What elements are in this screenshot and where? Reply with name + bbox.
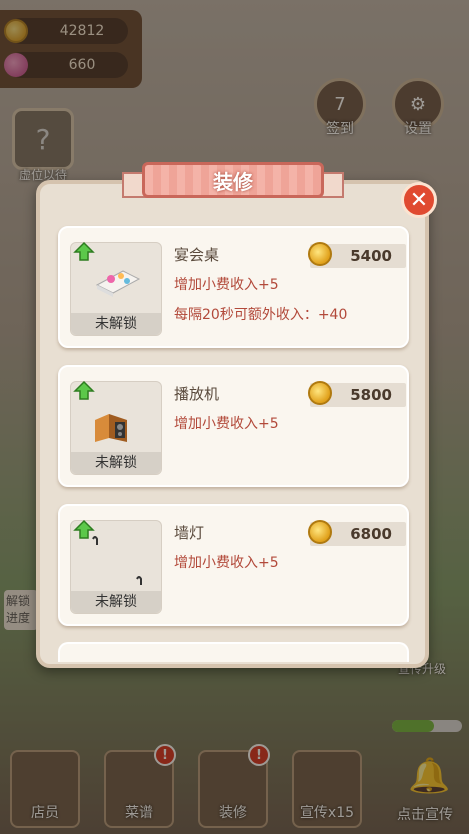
lock-status: 未解锁: [71, 452, 161, 474]
lock-status: 未解锁: [71, 591, 161, 613]
item-card[interactable]: 未解锁 墙灯 6800 增加小费收入+5: [58, 504, 409, 626]
item-bonus: 增加小费收入+5: [174, 416, 279, 432]
item-name: 宴会桌: [174, 246, 220, 264]
item-extra-income: 每隔20秒可额外收入：+40: [174, 307, 348, 323]
item-card[interactable]: 未解锁 宴会桌 5400 增加小费收入+5 每隔20秒可额外收入：+40: [58, 226, 409, 348]
item-bonus: 增加小费收入+5: [174, 555, 279, 571]
upgrade-arrow-icon: [73, 380, 95, 400]
coin-icon: [308, 520, 332, 544]
coin-icon: [308, 381, 332, 405]
banquet-table-icon: [95, 270, 141, 297]
wall-lamp-icon: [92, 536, 142, 585]
item-bonus: 增加小费收入+5: [174, 277, 279, 293]
item-name: 墙灯: [174, 524, 205, 542]
item-thumbnail: 未解锁: [70, 519, 162, 614]
item-thumbnail: 未解锁: [70, 241, 162, 336]
close-button[interactable]: ✕: [401, 182, 437, 218]
item-name: 播放机: [174, 385, 220, 403]
speaker-icon: [95, 414, 127, 442]
coin-icon: [308, 242, 332, 266]
item-thumbnail: 未解锁: [70, 380, 162, 475]
item-card-partial: [58, 642, 409, 662]
close-icon: ✕: [409, 187, 429, 213]
dialog-title-ribbon: 装修: [122, 162, 344, 202]
dialog-title: 装修: [142, 162, 324, 198]
upgrade-arrow-icon: [73, 241, 95, 261]
item-card[interactable]: 未解锁 播放机 5800 增加小费收入+5: [58, 365, 409, 487]
lock-status: 未解锁: [71, 313, 161, 335]
